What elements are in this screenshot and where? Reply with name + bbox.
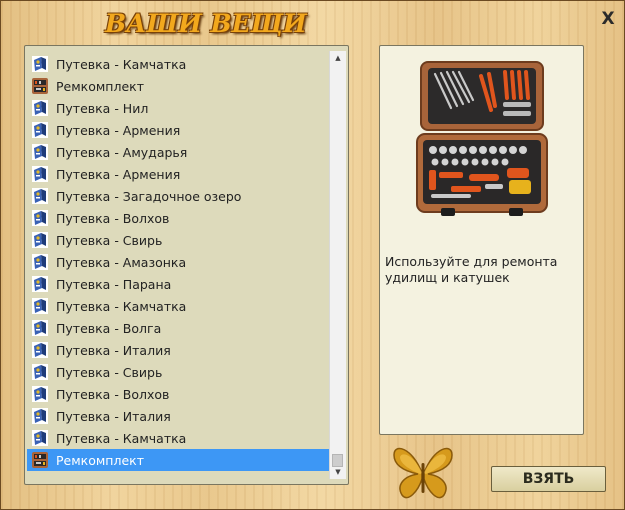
list-item-label: Путевка - Волхов: [56, 210, 170, 226]
repair-kit-icon: [32, 78, 48, 94]
list-item[interactable]: Путевка - Камчатка: [27, 53, 329, 75]
list-item[interactable]: Путевка - Загадочное озеро: [27, 185, 329, 207]
item-detail-panel: Используйте для ремонта удилищ и катушек: [379, 45, 584, 435]
voucher-icon: [32, 188, 48, 204]
list-item-label: Путевка - Армения: [56, 122, 181, 138]
list-item[interactable]: Путевка - Армения: [27, 163, 329, 185]
inventory-list-items: Путевка - Камчатка Ремкомплект Путевка - Н…: [25, 53, 329, 471]
list-item[interactable]: Путевка - Амазонка: [27, 251, 329, 273]
toolbox-icon: [416, 61, 548, 216]
list-item[interactable]: Путевка - Волхов: [27, 383, 329, 405]
list-item[interactable]: Ремкомплект: [27, 75, 329, 97]
list-item[interactable]: Путевка - Италия: [27, 405, 329, 427]
list-item-label: Ремкомплект: [56, 452, 144, 468]
list-item-label: Путевка - Загадочное озеро: [56, 188, 242, 204]
voucher-icon: [32, 430, 48, 446]
voucher-icon: [32, 364, 48, 380]
butterfly-icon: [393, 447, 453, 499]
voucher-icon: [32, 56, 48, 72]
list-item-label: Путевка - Нил: [56, 100, 149, 116]
list-scrollbar[interactable]: ▲ ▼: [329, 51, 346, 479]
list-item[interactable]: Путевка - Свирь: [27, 361, 329, 383]
list-item[interactable]: Путевка - Армения: [27, 119, 329, 141]
voucher-icon: [32, 166, 48, 182]
list-item[interactable]: Путевка - Амударья: [27, 141, 329, 163]
voucher-icon: [32, 122, 48, 138]
list-item-label: Путевка - Свирь: [56, 232, 163, 248]
list-item-label: Путевка - Италия: [56, 342, 171, 358]
take-button[interactable]: ВЗЯТЬ: [491, 466, 606, 492]
voucher-icon: [32, 100, 48, 116]
inventory-window: ВАШИ ВЕЩИ X Путевка - Камчатка Ремкомплек…: [0, 0, 625, 510]
list-item-label: Путевка - Парана: [56, 276, 172, 292]
window-title: ВАШИ ВЕЩИ: [105, 9, 307, 38]
list-item[interactable]: Путевка - Италия: [27, 339, 329, 361]
list-item-label: Путевка - Камчатка: [56, 298, 187, 314]
list-item[interactable]: Путевка - Парана: [27, 273, 329, 295]
list-item-label: Путевка - Волга: [56, 320, 162, 336]
list-item[interactable]: Путевка - Волга: [27, 317, 329, 339]
list-item-label: Путевка - Волхов: [56, 386, 170, 402]
list-item-label: Путевка - Камчатка: [56, 430, 187, 446]
list-item[interactable]: Путевка - Камчатка: [27, 295, 329, 317]
voucher-icon: [32, 298, 48, 314]
list-item[interactable]: Путевка - Камчатка: [27, 427, 329, 449]
voucher-icon: [32, 408, 48, 424]
inventory-list[interactable]: Путевка - Камчатка Ремкомплект Путевка - Н…: [24, 45, 349, 485]
repair-kit-icon: [32, 452, 48, 468]
list-item-label: Ремкомплект: [56, 78, 144, 94]
voucher-icon: [32, 320, 48, 336]
list-item-label: Путевка - Амазонка: [56, 254, 187, 270]
voucher-icon: [32, 386, 48, 402]
list-item-label: Путевка - Армения: [56, 166, 181, 182]
list-item-label: Путевка - Италия: [56, 408, 171, 424]
list-item[interactable]: Путевка - Волхов: [27, 207, 329, 229]
voucher-icon: [32, 210, 48, 226]
list-item-label: Путевка - Свирь: [56, 364, 163, 380]
list-item-label: Путевка - Камчатка: [56, 56, 187, 72]
voucher-icon: [32, 276, 48, 292]
list-item[interactable]: Путевка - Свирь: [27, 229, 329, 251]
list-item[interactable]: Ремкомплект: [27, 449, 329, 471]
item-description: Используйте для ремонта удилищ и катушек: [385, 254, 558, 285]
scroll-up-arrow-icon[interactable]: ▲: [330, 51, 346, 65]
close-button[interactable]: X: [597, 9, 619, 29]
voucher-icon: [32, 342, 48, 358]
voucher-icon: [32, 232, 48, 248]
list-item[interactable]: Путевка - Нил: [27, 97, 329, 119]
voucher-icon: [32, 144, 48, 160]
list-item-label: Путевка - Амударья: [56, 144, 188, 160]
scroll-down-arrow-icon[interactable]: ▼: [330, 465, 346, 479]
voucher-icon: [32, 254, 48, 270]
